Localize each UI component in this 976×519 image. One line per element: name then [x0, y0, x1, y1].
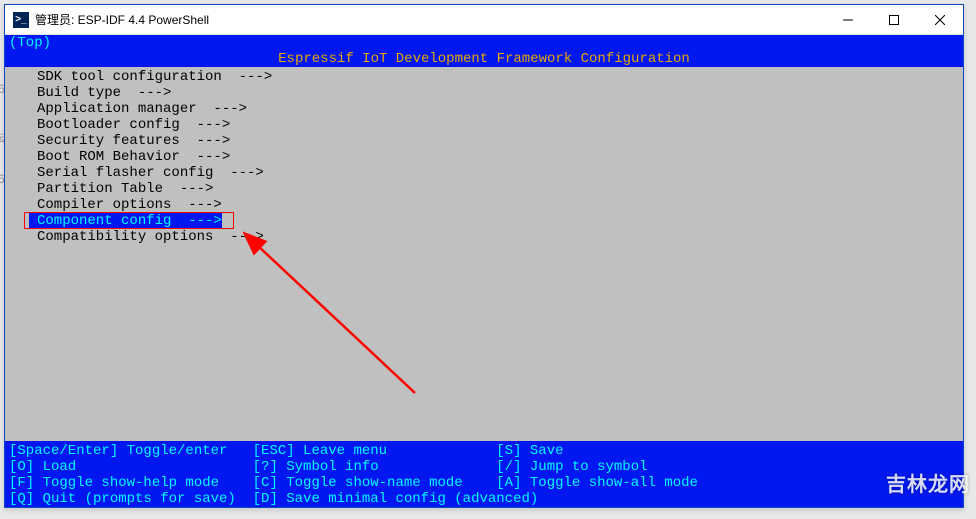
menu-item[interactable]: Serial flasher config --->	[5, 165, 963, 181]
menu-body: SDK tool configuration --->Build type --…	[5, 67, 963, 441]
minimize-button[interactable]	[825, 5, 871, 35]
menu-item[interactable]: Application manager --->	[5, 101, 963, 117]
menu-item[interactable]: SDK tool configuration --->	[5, 69, 963, 85]
menu-item[interactable]: Bootloader config --->	[5, 117, 963, 133]
menu-item[interactable]: Security features --->	[5, 133, 963, 149]
key-legend: [Space/Enter] Toggle/enter [ESC] Leave m…	[5, 441, 963, 507]
config-header: Espressif IoT Development Framework Conf…	[5, 51, 963, 67]
terminal[interactable]: (Top) Espressif IoT Development Framewor…	[5, 35, 963, 507]
legend-row: [Q] Quit (prompts for save) [D] Save min…	[9, 491, 959, 507]
menu-item[interactable]: Component config --->	[29, 213, 222, 229]
menu-item[interactable]: Compiler options --->	[5, 197, 963, 213]
close-button[interactable]	[917, 5, 963, 35]
titlebar[interactable]: >_ 管理员: ESP-IDF 4.4 PowerShell	[5, 5, 963, 35]
menu-item[interactable]: Partition Table --->	[5, 181, 963, 197]
app-window: >_ 管理员: ESP-IDF 4.4 PowerShell (Top) Esp…	[4, 4, 964, 508]
legend-row: [O] Load [?] Symbol info [/] Jump to sym…	[9, 459, 959, 475]
menu-item[interactable]: Boot ROM Behavior --->	[5, 149, 963, 165]
legend-row: [Space/Enter] Toggle/enter [ESC] Leave m…	[9, 443, 959, 459]
breadcrumb: (Top)	[5, 35, 963, 51]
legend-row: [F] Toggle show-help mode [C] Toggle sho…	[9, 475, 959, 491]
menu-item[interactable]: Compatibility options --->	[5, 229, 963, 245]
powershell-icon: >_	[13, 12, 29, 28]
menu-item[interactable]: Build type --->	[5, 85, 963, 101]
watermark: 吉林龙网	[886, 468, 970, 497]
maximize-button[interactable]	[871, 5, 917, 35]
window-title: 管理员: ESP-IDF 4.4 PowerShell	[35, 11, 825, 28]
